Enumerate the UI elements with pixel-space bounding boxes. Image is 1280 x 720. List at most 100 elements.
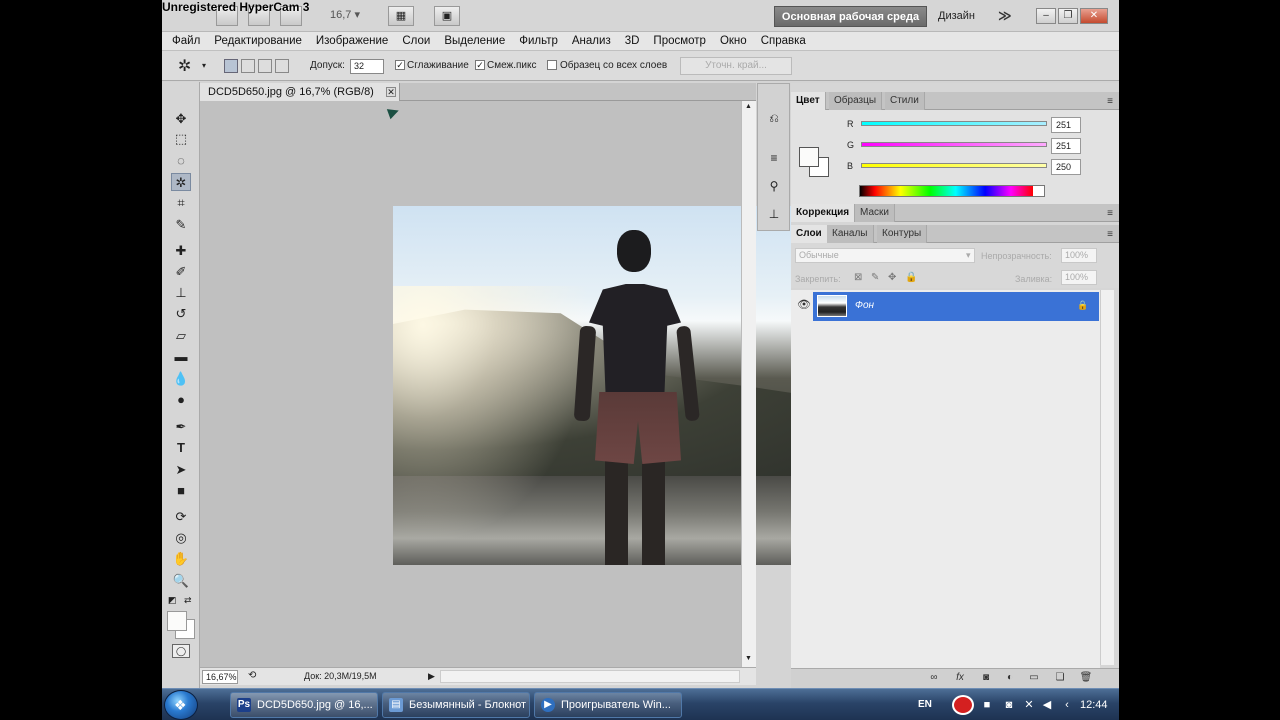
b-slider[interactable] bbox=[861, 163, 1047, 168]
menu-view[interactable]: Просмотр bbox=[653, 32, 713, 50]
type-tool-icon[interactable]: T bbox=[171, 439, 191, 457]
language-indicator[interactable]: EN bbox=[918, 699, 932, 710]
marquee-tool-icon[interactable]: ⬚ bbox=[171, 130, 191, 148]
screen-mode-button[interactable]: ▣ bbox=[434, 6, 460, 26]
g-slider[interactable] bbox=[861, 142, 1047, 147]
menu-help[interactable]: Справка bbox=[761, 32, 813, 50]
arrange-documents-button[interactable]: ▦ bbox=[388, 6, 414, 26]
quick-mask-icon[interactable]: ◯ bbox=[172, 644, 190, 658]
link-layers-icon[interactable]: ∞ bbox=[927, 672, 941, 683]
taskbar-item-photoshop[interactable]: Ps DCD5D650.jpg @ 16,... bbox=[230, 692, 378, 718]
eye-icon[interactable]: 👁 bbox=[797, 298, 811, 311]
scroll-down-icon[interactable]: ▼ bbox=[745, 655, 752, 662]
3d-orbit-tool-icon[interactable]: ◎ bbox=[171, 529, 191, 547]
status-menu-arrow-icon[interactable]: ▶ bbox=[428, 671, 435, 682]
menu-3d[interactable]: 3D bbox=[625, 32, 647, 50]
gradient-tool-icon[interactable]: ▬ bbox=[171, 348, 191, 366]
b-value-input[interactable]: 250 bbox=[1051, 159, 1081, 175]
tab-styles[interactable]: Стили bbox=[885, 92, 925, 110]
lock-transparency-icon[interactable]: ⊠ bbox=[854, 272, 862, 283]
restore-button[interactable]: ❐ bbox=[1058, 8, 1078, 24]
tray-expand-icon[interactable]: ‹ bbox=[1060, 698, 1074, 712]
tab-layers[interactable]: Слои bbox=[791, 225, 828, 243]
recording-pause-icon[interactable] bbox=[952, 695, 974, 715]
add-selection-icon[interactable] bbox=[241, 59, 255, 73]
hand-tool-icon[interactable]: ✋ bbox=[171, 550, 191, 568]
foreground-color-swatch[interactable] bbox=[167, 611, 187, 631]
r-slider[interactable] bbox=[861, 121, 1047, 126]
layer-row-background[interactable]: Фон 🔒 bbox=[813, 292, 1099, 321]
menu-window[interactable]: Окно bbox=[720, 32, 754, 50]
move-tool-icon[interactable]: ✥ bbox=[171, 110, 191, 128]
swap-colors-icon[interactable]: ⇄ bbox=[184, 595, 192, 606]
panel-menu-icon[interactable]: ≡ bbox=[1107, 96, 1113, 107]
close-icon[interactable]: ✕ bbox=[386, 87, 396, 97]
r-value-input[interactable]: 251 bbox=[1051, 117, 1081, 133]
brush-tool-icon[interactable]: ✐ bbox=[171, 263, 191, 281]
workspace-essentials-button[interactable]: Основная рабочая среда bbox=[774, 6, 927, 27]
history-brush-tool-icon[interactable]: ↺ bbox=[171, 305, 191, 323]
blur-tool-icon[interactable]: 💧 bbox=[171, 370, 191, 388]
document-tab[interactable]: DCD5D650.jpg @ 16,7% (RGB/8) bbox=[200, 83, 400, 101]
tab-swatches[interactable]: Образцы bbox=[829, 92, 883, 110]
camera-icon[interactable]: ◙ bbox=[1002, 698, 1016, 712]
zoom-tool-icon[interactable]: 🔍 bbox=[171, 572, 191, 590]
close-button[interactable]: ✕ bbox=[1080, 8, 1108, 24]
color-spectrum-bar[interactable] bbox=[859, 185, 1045, 197]
chevron-down-icon[interactable]: ▾ bbox=[202, 61, 206, 70]
taskbar-item-media-player[interactable]: ▶ Проигрыватель Win... bbox=[534, 692, 682, 718]
minimize-button[interactable]: – bbox=[1036, 8, 1056, 24]
scroll-up-icon[interactable]: ▲ bbox=[745, 103, 752, 110]
delete-layer-icon[interactable]: 🗑 bbox=[1079, 672, 1093, 683]
new-selection-icon[interactable] bbox=[224, 59, 238, 73]
tab-color[interactable]: Цвет bbox=[791, 92, 826, 110]
opacity-input[interactable]: 100% bbox=[1061, 248, 1097, 263]
clone-source-icon[interactable]: ⊥ bbox=[766, 206, 782, 222]
menu-edit[interactable]: Редактирование bbox=[214, 32, 309, 50]
menu-image[interactable]: Изображение bbox=[316, 32, 395, 50]
path-selection-tool-icon[interactable]: ➤ bbox=[171, 461, 191, 479]
zoom-level-select[interactable]: 16,7 ▾ bbox=[330, 8, 376, 25]
workspace-design-button[interactable]: Дизайн bbox=[938, 10, 975, 22]
antialias-checkbox[interactable]: ✓ bbox=[395, 60, 405, 70]
add-mask-icon[interactable]: ◙ bbox=[979, 672, 993, 683]
sample-all-layers-checkbox[interactable] bbox=[547, 60, 557, 70]
new-group-icon[interactable]: ▭ bbox=[1027, 672, 1041, 683]
magic-wand-preset-icon[interactable]: ✲ bbox=[178, 56, 191, 76]
tab-channels[interactable]: Каналы bbox=[827, 225, 874, 243]
clock[interactable]: 12:44 bbox=[1080, 699, 1108, 711]
network-icon[interactable]: ✕ bbox=[1022, 698, 1036, 712]
fill-input[interactable]: 100% bbox=[1061, 270, 1097, 285]
tab-masks[interactable]: Маски bbox=[855, 204, 895, 222]
panel-menu-icon[interactable]: ≡ bbox=[1107, 229, 1113, 240]
rectangle-tool-icon[interactable]: ■ bbox=[171, 482, 191, 500]
lock-all-icon[interactable]: 🔒 bbox=[905, 272, 917, 283]
g-value-input[interactable]: 251 bbox=[1051, 138, 1081, 154]
foreground-swatch[interactable] bbox=[799, 147, 819, 167]
lock-pixels-icon[interactable]: ✎ bbox=[871, 272, 879, 283]
layer-style-fx-icon[interactable]: fx bbox=[953, 672, 967, 683]
panel-menu-icon[interactable]: ≡ bbox=[1107, 208, 1113, 219]
menu-select[interactable]: Выделение bbox=[444, 32, 512, 50]
crop-tool-icon[interactable]: ⌗ bbox=[171, 194, 191, 212]
lasso-tool-icon[interactable]: ◌ bbox=[171, 152, 191, 170]
lock-position-icon[interactable]: ✥ bbox=[888, 272, 896, 283]
status-options-icon[interactable]: ⟲ bbox=[248, 670, 256, 681]
menu-layer[interactable]: Слои bbox=[402, 32, 437, 50]
refine-edge-button[interactable]: Уточн. край... bbox=[680, 57, 792, 75]
menu-analysis[interactable]: Анализ bbox=[572, 32, 618, 50]
menu-filter[interactable]: Фильтр bbox=[519, 32, 565, 50]
blend-mode-select[interactable]: Обычные ▾ bbox=[795, 248, 975, 263]
brush-panel-icon[interactable]: ⚲ bbox=[766, 178, 782, 194]
zoom-field[interactable]: 16,67% bbox=[202, 670, 238, 684]
healing-brush-tool-icon[interactable]: ✚ bbox=[171, 242, 191, 260]
volume-icon[interactable]: ◀ bbox=[1040, 698, 1054, 712]
tolerance-input[interactable]: 32 bbox=[350, 59, 384, 74]
pen-tool-icon[interactable]: ✒ bbox=[171, 418, 191, 436]
layers-scrollbar[interactable] bbox=[1100, 290, 1114, 665]
dodge-tool-icon[interactable]: ● bbox=[171, 391, 191, 409]
more-workspaces-button[interactable]: ≫ bbox=[998, 8, 1012, 24]
start-button[interactable]: ❖ bbox=[164, 690, 198, 720]
taskbar-item-notepad[interactable]: ▤ Безымянный - Блокнот bbox=[382, 692, 530, 718]
history-panel-icon[interactable]: ⎌ bbox=[766, 110, 782, 126]
